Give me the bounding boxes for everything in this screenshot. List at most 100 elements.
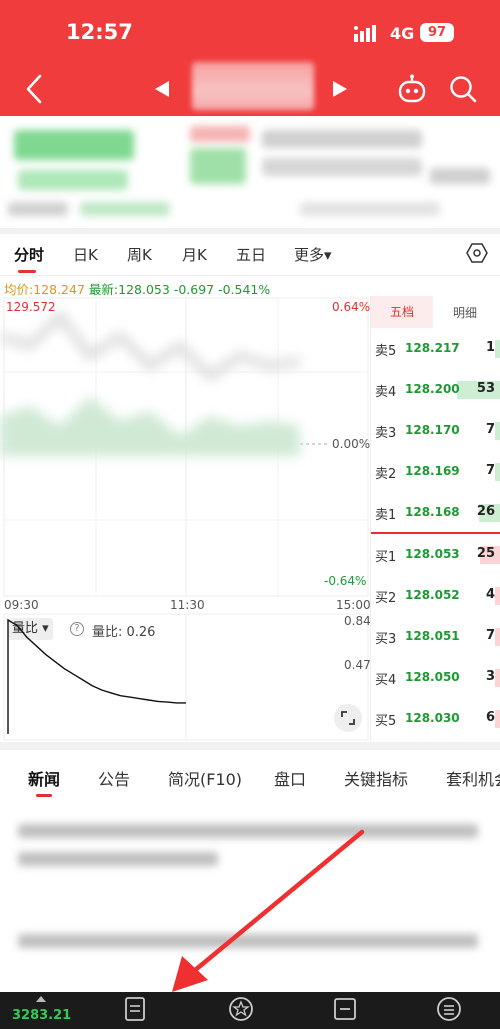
ask-level-row[interactable]: 卖2 128.169 7 <box>371 457 500 487</box>
tab-weekly-k[interactable]: 周K <box>127 244 152 265</box>
ask-level-row[interactable]: 卖4 128.200 53 <box>371 375 500 405</box>
previous-stock-icon[interactable] <box>154 80 170 98</box>
level-quantity: 4 <box>485 587 495 602</box>
level-label: 卖3 <box>375 426 397 441</box>
news-tabs: 新闻 公告 简况(F10) 盘口 关键指标 套利机会 <box>0 750 500 800</box>
level-quantity: 7 <box>485 628 495 643</box>
price-change-pct: -0.541% <box>218 282 271 297</box>
level-label: 买3 <box>375 632 397 647</box>
tab-trade-details[interactable]: 明细 <box>453 304 477 321</box>
ask-level-row[interactable]: 卖3 128.170 7 <box>371 416 500 446</box>
level-quantity: 3 <box>485 669 495 684</box>
level-label: 卖1 <box>375 508 397 523</box>
level-quantity: 6 <box>485 710 495 725</box>
battery-icon: 97 <box>420 23 454 42</box>
expand-icon <box>341 711 355 725</box>
level-price: 128.217 <box>405 341 460 355</box>
level-price: 128.169 <box>405 464 460 478</box>
level-price: 128.170 <box>405 423 460 437</box>
quote-summary <box>0 116 500 228</box>
tab-order-flow[interactable]: 盘口 <box>274 766 306 790</box>
order-book-tabs: 五档 明细 <box>371 296 500 328</box>
bottom-toolbar: 3283.21 <box>0 992 500 1029</box>
bid-level-row[interactable]: 买5 128.030 6 <box>371 704 500 734</box>
level-price: 128.051 <box>405 629 460 643</box>
stock-title <box>192 62 314 110</box>
divider <box>0 742 500 750</box>
status-bar: 12:57 4G 97 <box>0 0 500 62</box>
level-quantity: 53 <box>476 381 495 396</box>
level-quantity: 7 <box>485 463 495 478</box>
tab-arbitrage[interactable]: 套利机会 <box>446 766 500 790</box>
signal-icon <box>354 25 376 42</box>
level-price: 128.168 <box>405 505 460 519</box>
quantity-bar <box>495 463 500 481</box>
quantity-bar <box>495 710 500 728</box>
bid-ask-divider <box>371 532 500 534</box>
level-label: 卖4 <box>375 385 397 400</box>
level-quantity: 25 <box>476 546 495 561</box>
tab-intraday[interactable]: 分时 <box>14 244 44 265</box>
robot-assistant-icon[interactable] <box>396 74 428 104</box>
search-icon[interactable] <box>448 74 478 104</box>
level-quantity: 26 <box>476 504 495 519</box>
tab-news[interactable]: 新闻 <box>28 766 60 790</box>
tab-announcements[interactable]: 公告 <box>98 766 130 790</box>
menu-circle-icon[interactable] <box>436 996 462 1022</box>
level-label: 买1 <box>375 550 397 565</box>
level-price: 128.052 <box>405 588 460 602</box>
intraday-chart[interactable]: 129.572 0.64% 0.00% -0.64% 09:30 11:30 1… <box>0 296 371 742</box>
quantity-bar <box>495 422 500 440</box>
price-change: -0.697 <box>173 282 215 297</box>
tab-more[interactable]: 更多▾ <box>294 244 332 265</box>
active-news-tab-indicator <box>36 794 52 797</box>
level-price: 128.200 <box>405 382 460 396</box>
tab-five-levels[interactable]: 五档 <box>371 296 433 328</box>
annotation-arrow-icon <box>172 829 365 992</box>
level-price: 128.053 <box>405 547 460 561</box>
active-tab-indicator <box>18 270 36 273</box>
quantity-bar <box>495 340 500 358</box>
latest-price-value: 128.053 <box>118 282 170 297</box>
index-value[interactable]: 3283.21 <box>12 1008 71 1023</box>
level-price: 128.030 <box>405 711 460 725</box>
level-label: 买4 <box>375 673 397 688</box>
level-label: 买2 <box>375 591 397 606</box>
index-up-icon <box>36 996 46 1002</box>
bid-level-row[interactable]: 买2 128.052 4 <box>371 581 500 611</box>
tab-key-metrics[interactable]: 关键指标 <box>344 766 408 790</box>
volume-ratio-line <box>7 618 186 734</box>
chart-settings-icon[interactable] <box>466 242 488 264</box>
tab-monthly-k[interactable]: 月K <box>182 244 207 265</box>
latest-price-label: 最新: <box>88 282 119 297</box>
document-icon[interactable] <box>122 996 148 1022</box>
ask-level-row[interactable]: 卖1 128.168 26 <box>371 498 500 528</box>
favorite-star-icon[interactable] <box>228 996 254 1022</box>
nav-bar <box>0 62 500 116</box>
app-header: 12:57 4G 97 <box>0 0 500 116</box>
fullscreen-button[interactable] <box>334 704 362 732</box>
level-label: 买5 <box>375 714 397 729</box>
chart-tabs: 分时 日K 周K 月K 五日 更多▾ <box>0 234 500 276</box>
tab-five-day[interactable]: 五日 <box>236 244 266 265</box>
quantity-bar <box>495 628 500 646</box>
bid-level-row[interactable]: 买1 128.053 25 <box>371 540 500 570</box>
tab-profile-f10[interactable]: 简况(F10) <box>168 766 242 790</box>
bid-level-row[interactable]: 买4 128.050 3 <box>371 663 500 693</box>
back-icon[interactable] <box>20 72 50 106</box>
network-type: 4G <box>390 24 415 43</box>
status-time: 12:57 <box>66 20 133 44</box>
minus-box-icon[interactable] <box>332 996 358 1022</box>
quantity-bar <box>495 587 500 605</box>
avg-price-value: 128.247 <box>33 282 85 297</box>
level-quantity: 1 <box>485 340 495 355</box>
level-label: 卖5 <box>375 344 397 359</box>
ask-level-row[interactable]: 卖5 128.217 1 <box>371 334 500 364</box>
level-label: 卖2 <box>375 467 397 482</box>
next-stock-icon[interactable] <box>332 80 348 98</box>
level-price: 128.050 <box>405 670 460 684</box>
bid-level-row[interactable]: 买3 128.051 7 <box>371 622 500 652</box>
avg-price-label: 均价: <box>4 282 34 297</box>
quantity-bar <box>495 669 500 687</box>
tab-daily-k[interactable]: 日K <box>73 244 98 265</box>
